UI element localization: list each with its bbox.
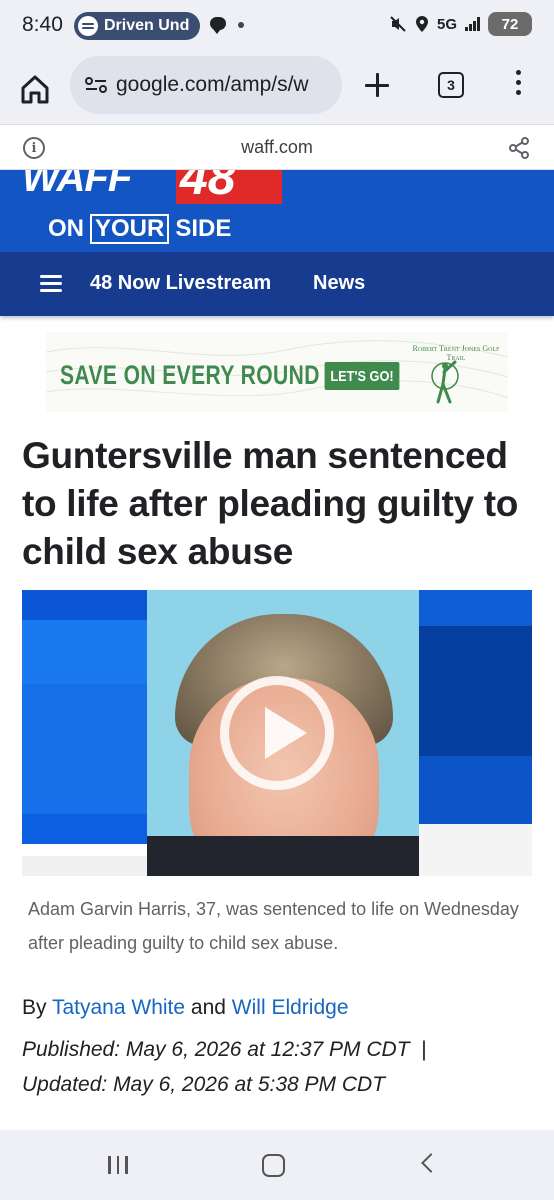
signal-icon bbox=[465, 17, 480, 31]
station-tagline: ON YOUR SIDE bbox=[48, 214, 231, 244]
network-type: 5G bbox=[436, 15, 457, 33]
article-dates: Published: May 6, 2026 at 12:37 PM CDT |… bbox=[22, 1032, 427, 1102]
tab-switcher-button[interactable]: 3 bbox=[438, 72, 464, 98]
spotify-notification-pill[interactable]: Driven Und bbox=[74, 12, 200, 40]
updated-date: Updated: May 6, 2026 at 5:38 PM CDT bbox=[22, 1073, 386, 1096]
image-caption: Adam Garvin Harris, 37, was sentenced to… bbox=[28, 899, 519, 953]
author-link[interactable]: Will Eldridge bbox=[232, 996, 349, 1019]
status-icons: 5G 72 bbox=[389, 12, 532, 36]
nav-item-livestream[interactable]: 48 Now Livestream bbox=[90, 272, 271, 295]
status-bar: 8:40 Driven Und 5G 72 bbox=[0, 0, 554, 52]
video-bg-block bbox=[22, 856, 147, 876]
station-logo-name: WAFF bbox=[22, 170, 132, 200]
back-icon[interactable] bbox=[421, 1153, 441, 1173]
hamburger-menu-icon[interactable] bbox=[40, 275, 62, 293]
recents-icon[interactable] bbox=[108, 1156, 128, 1174]
station-header[interactable]: WAFF 48 ON YOUR SIDE bbox=[0, 170, 554, 252]
video-bg-block bbox=[22, 684, 147, 814]
article-headline: Guntersville man sentenced to life after… bbox=[22, 435, 519, 572]
video-bg-block bbox=[22, 590, 147, 620]
date-separator: | bbox=[421, 1038, 427, 1061]
address-bar[interactable]: google.com/amp/s/w bbox=[70, 56, 342, 114]
share-icon[interactable] bbox=[508, 137, 530, 159]
tagline-your: YOUR bbox=[90, 214, 170, 244]
more-notifications-dot bbox=[238, 22, 244, 28]
browser-toolbar: google.com/amp/s/w 3 bbox=[0, 52, 554, 124]
chat-bubble-icon bbox=[210, 17, 226, 34]
amp-header: i waff.com bbox=[0, 124, 554, 170]
video-bg-block bbox=[22, 814, 147, 844]
author-link[interactable]: Tatyana White bbox=[52, 996, 185, 1019]
play-icon[interactable] bbox=[220, 676, 334, 790]
location-icon bbox=[415, 16, 428, 32]
published-date: Published: May 6, 2026 at 12:37 PM CDT bbox=[22, 1038, 410, 1061]
mute-icon bbox=[390, 16, 406, 32]
system-navigation-bar bbox=[0, 1130, 554, 1200]
advertisement-banner[interactable]: SAVE ON EVERY ROUND LET'S GO! Robert Tre… bbox=[46, 332, 508, 412]
video-bg-block bbox=[419, 824, 532, 876]
more-menu-button[interactable] bbox=[514, 70, 522, 100]
ad-cta-button[interactable]: LET'S GO! bbox=[324, 362, 400, 390]
station-logo-number-box: 48 bbox=[176, 170, 282, 204]
video-bg-block bbox=[419, 756, 532, 824]
byline-and: and bbox=[190, 996, 226, 1019]
url-text: google.com/amp/s/w bbox=[116, 73, 309, 96]
byline: By Tatyana White and Will Eldridge bbox=[22, 996, 349, 1020]
byline-prefix: By bbox=[22, 996, 47, 1019]
spotify-icon bbox=[78, 16, 98, 36]
notification-pill-text: Driven Und bbox=[104, 17, 190, 34]
system-home-icon[interactable] bbox=[262, 1154, 285, 1177]
tagline-on: ON bbox=[48, 215, 84, 242]
nav-item-news[interactable]: News bbox=[313, 272, 365, 295]
video-bg-block bbox=[419, 626, 532, 756]
ad-headline: SAVE ON EVERY ROUND bbox=[60, 360, 320, 390]
home-icon[interactable] bbox=[18, 72, 52, 106]
site-nav: 48 Now Livestream News bbox=[0, 252, 554, 316]
video-bg-block bbox=[22, 620, 147, 684]
new-tab-button[interactable] bbox=[364, 72, 390, 98]
video-bg-block bbox=[419, 590, 532, 626]
battery-indicator: 72 bbox=[488, 12, 532, 36]
video-player[interactable] bbox=[22, 590, 532, 876]
clock: 8:40 bbox=[22, 13, 63, 36]
station-logo-number: 48 bbox=[180, 170, 236, 204]
amp-domain: waff.com bbox=[241, 137, 313, 157]
tagline-side: SIDE bbox=[175, 215, 232, 242]
golfer-icon bbox=[431, 360, 459, 404]
site-settings-icon[interactable] bbox=[84, 75, 108, 95]
